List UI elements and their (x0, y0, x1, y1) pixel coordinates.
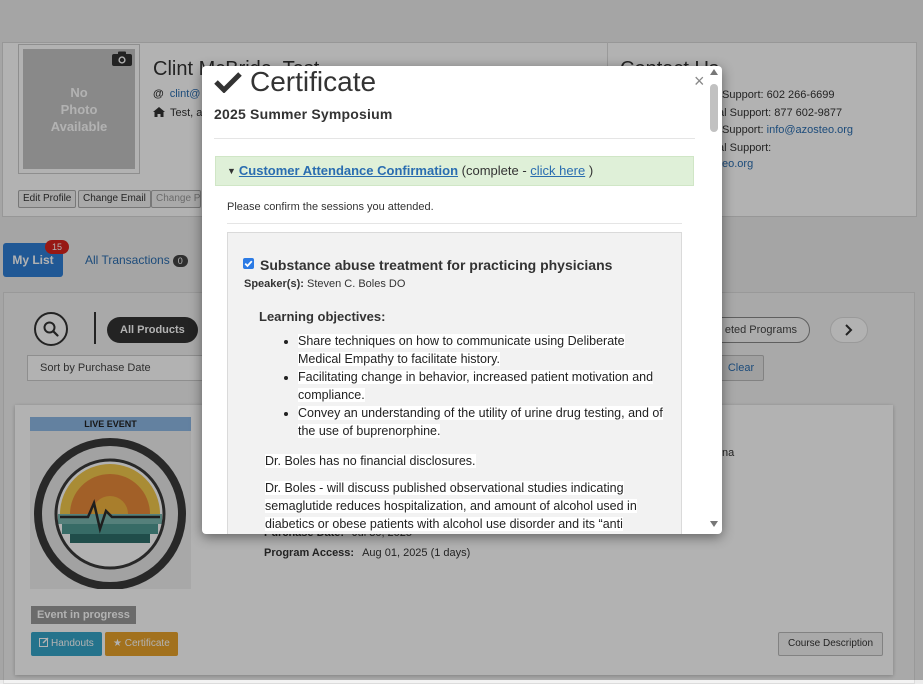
session-title: Substance abuse treatment for practicing… (260, 257, 613, 273)
scrollbar-thumb[interactable] (710, 84, 718, 132)
list-item: Convey an understanding of the utility o… (298, 404, 668, 440)
instructions-divider (227, 223, 682, 224)
scroll-up-arrow-icon[interactable] (710, 69, 718, 75)
checkmark-icon (214, 72, 242, 93)
session-speaker: Speaker(s): Steven C. Boles DO (244, 278, 405, 290)
attendance-confirmation-link[interactable]: Customer Attendance Confirmation (239, 163, 458, 178)
attendance-panel-header[interactable]: ▼ Customer Attendance Confirmation (compl… (215, 156, 694, 186)
session-checkbox[interactable] (243, 258, 254, 269)
panel-status-text: (complete - (461, 163, 531, 178)
modal-subtitle: 2025 Summer Symposium (214, 106, 393, 122)
learning-objectives-list: Share techniques on how to communicate u… (268, 332, 668, 440)
click-here-link[interactable]: click here (530, 163, 585, 178)
check-icon (244, 260, 253, 268)
learning-objectives-heading: Learning objectives: (259, 309, 386, 324)
close-button[interactable]: × (694, 72, 705, 90)
list-item: Share techniques on how to communicate u… (298, 332, 668, 368)
certificate-modal: Certificate × 2025 Summer Symposium ▼ Cus… (202, 66, 722, 534)
modal-title: Certificate (214, 66, 376, 98)
list-item: Facilitating change in behavior, increas… (298, 368, 668, 404)
scroll-down-arrow-icon[interactable] (710, 521, 718, 527)
speaker-name: Steven C. Boles DO (306, 278, 406, 290)
disclosure-text: Dr. Boles has no financial disclosures. (265, 454, 476, 468)
panel-status-end: ) (588, 163, 594, 178)
confirm-instructions: Please confirm the sessions you attended… (227, 201, 434, 213)
speaker-label: Speaker(s): (244, 278, 304, 290)
modal-title-text: Certificate (250, 66, 377, 97)
modal-divider (214, 138, 695, 139)
session-description: Dr. Boles - will discuss published obser… (265, 481, 637, 531)
caret-down-icon: ▼ (227, 166, 236, 176)
